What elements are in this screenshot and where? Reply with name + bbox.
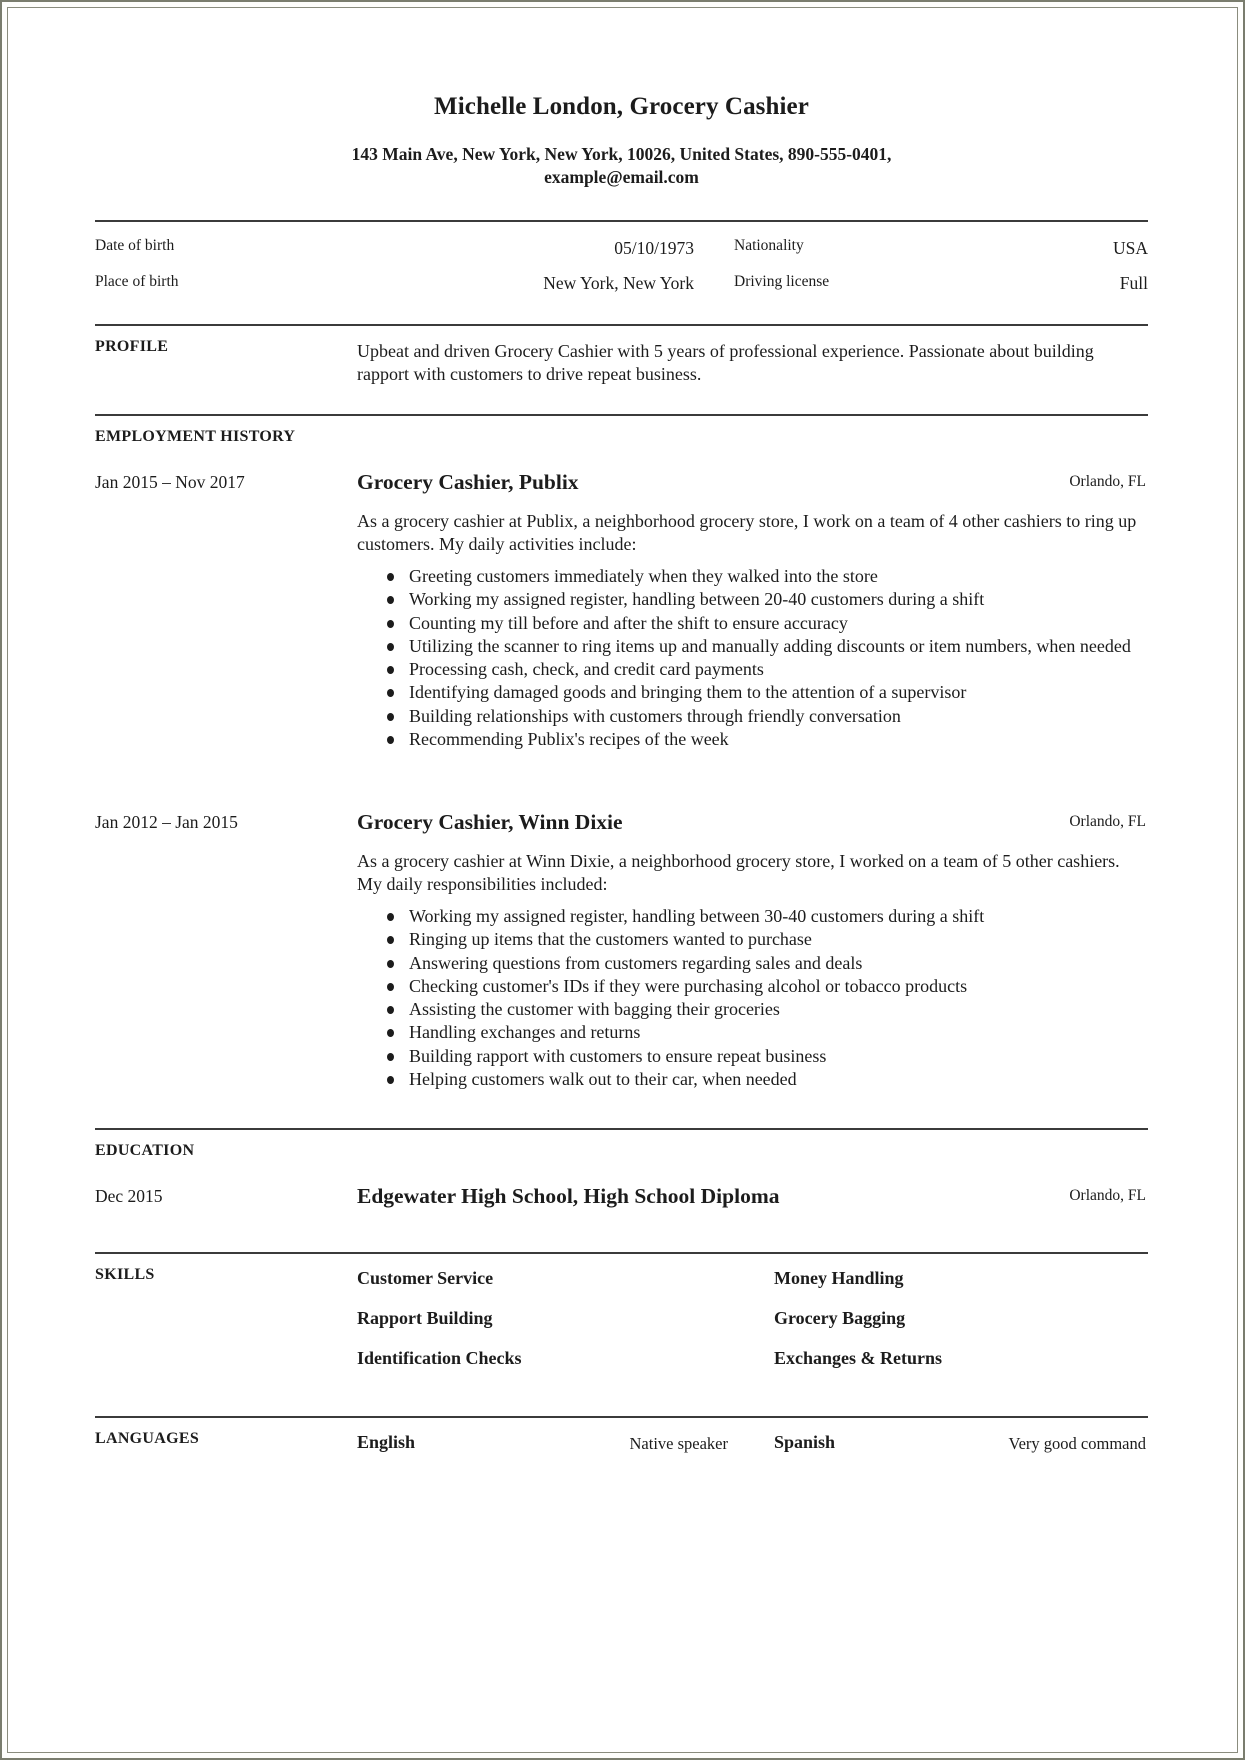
driving-license-label: Driving license bbox=[734, 273, 830, 290]
job-location: Orlando, FL bbox=[1069, 813, 1146, 830]
list-item: Answering questions from customers regar… bbox=[387, 952, 1199, 975]
education-dates: Dec 2015 bbox=[95, 1186, 163, 1206]
list-item: Ringing up items that the customers want… bbox=[387, 928, 1199, 951]
nationality-label: Nationality bbox=[734, 237, 804, 254]
skill-item: Grocery Bagging bbox=[774, 1308, 906, 1328]
job-duties-list: Working my assigned register, handling b… bbox=[357, 905, 1199, 1091]
job-dates: Jan 2012 – Jan 2015 bbox=[95, 812, 238, 832]
skills-heading: SKILLS bbox=[95, 1266, 155, 1283]
list-item: Assisting the customer with bagging thei… bbox=[387, 998, 1199, 1021]
languages-heading: LANGUAGES bbox=[95, 1430, 200, 1447]
resume-name-title: Michelle London, Grocery Cashier bbox=[434, 93, 809, 120]
list-item: Building relationships with customers th… bbox=[387, 705, 1199, 728]
skill-item: Customer Service bbox=[357, 1268, 494, 1288]
job-summary: As a grocery cashier at Winn Dixie, a ne… bbox=[357, 851, 1120, 894]
list-item: Working my assigned register, handling b… bbox=[387, 588, 1199, 611]
contact-info: 143 Main Ave, New York, New York, 10026,… bbox=[95, 143, 1148, 189]
education-heading: EDUCATION bbox=[95, 1142, 195, 1159]
divider bbox=[95, 1416, 1148, 1418]
language-level: Native speaker bbox=[629, 1434, 729, 1453]
job-dates: Jan 2015 – Nov 2017 bbox=[95, 472, 245, 492]
list-item: Processing cash, check, and credit card … bbox=[387, 658, 1199, 681]
divider bbox=[95, 220, 1148, 222]
list-item: Checking customer's IDs if they were pur… bbox=[387, 975, 1199, 998]
contact-email: example@email.com bbox=[544, 167, 699, 187]
list-item: Helping customers walk out to their car,… bbox=[387, 1068, 1199, 1091]
list-item: Working my assigned register, handling b… bbox=[387, 905, 1199, 928]
job-summary: As a grocery cashier at Publix, a neighb… bbox=[357, 511, 1137, 554]
list-item: Recommending Publix's recipes of the wee… bbox=[387, 728, 1199, 751]
divider bbox=[95, 1252, 1148, 1254]
education-location: Orlando, FL bbox=[1069, 1187, 1146, 1204]
employment-heading: EMPLOYMENT HISTORY bbox=[95, 428, 296, 445]
skill-item: Exchanges & Returns bbox=[774, 1348, 943, 1368]
divider bbox=[95, 414, 1148, 416]
place-of-birth-value: New York, New York bbox=[543, 273, 694, 293]
divider bbox=[95, 1128, 1148, 1130]
contact-address-phone: 143 Main Ave, New York, New York, 10026,… bbox=[351, 144, 892, 164]
profile-heading: PROFILE bbox=[95, 338, 169, 355]
job-title: Grocery Cashier, Publix bbox=[357, 470, 579, 494]
driving-license-value: Full bbox=[1119, 273, 1148, 293]
divider bbox=[95, 324, 1148, 326]
job-location: Orlando, FL bbox=[1069, 473, 1146, 490]
job-duties-list: Greeting customers immediately when they… bbox=[357, 565, 1199, 751]
list-item: Building rapport with customers to ensur… bbox=[387, 1045, 1199, 1068]
education-title: Edgewater High School, High School Diplo… bbox=[357, 1184, 780, 1208]
language-name: Spanish bbox=[774, 1432, 836, 1452]
list-item: Handling exchanges and returns bbox=[387, 1021, 1199, 1044]
date-of-birth-label: Date of birth bbox=[95, 237, 175, 254]
profile-text: Upbeat and driven Grocery Cashier with 5… bbox=[357, 341, 1094, 384]
list-item: Counting my till before and after the sh… bbox=[387, 612, 1199, 635]
date-of-birth-value: 05/10/1973 bbox=[614, 238, 694, 258]
list-item: Greeting customers immediately when they… bbox=[387, 565, 1199, 588]
list-item: Identifying damaged goods and bringing t… bbox=[387, 681, 1199, 704]
skill-item: Identification Checks bbox=[357, 1348, 522, 1368]
skill-item: Money Handling bbox=[774, 1268, 904, 1288]
language-level: Very good command bbox=[1008, 1434, 1146, 1453]
skill-item: Rapport Building bbox=[357, 1308, 493, 1328]
list-item: Utilizing the scanner to ring items up a… bbox=[387, 635, 1199, 658]
nationality-value: USA bbox=[1112, 238, 1148, 258]
place-of-birth-label: Place of birth bbox=[95, 273, 179, 290]
language-name: English bbox=[357, 1432, 416, 1452]
job-title: Grocery Cashier, Winn Dixie bbox=[357, 810, 623, 834]
